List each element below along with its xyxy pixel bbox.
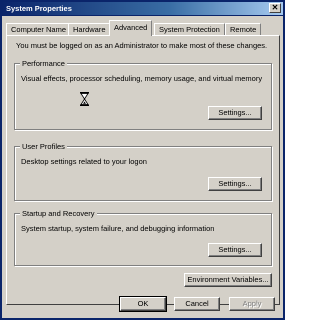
startup-recovery-title: Startup and Recovery xyxy=(20,209,97,218)
environment-variables-button[interactable]: Environment Variables... xyxy=(184,273,272,287)
ok-button[interactable]: OK xyxy=(119,296,167,312)
tab-system-protection[interactable]: System Protection xyxy=(154,23,225,35)
system-properties-window: System Properties ✕ Computer Name Hardwa… xyxy=(0,0,285,320)
hourglass-icon xyxy=(80,92,89,106)
close-icon: ✕ xyxy=(271,3,279,12)
cancel-button[interactable]: Cancel xyxy=(174,297,220,311)
dialog-body: Computer Name Hardware Advanced System P… xyxy=(2,16,283,318)
performance-description: Visual effects, processor scheduling, me… xyxy=(21,74,263,83)
startup-recovery-group: Startup and Recovery System startup, sys… xyxy=(14,209,272,266)
tab-strip: Computer Name Hardware Advanced System P… xyxy=(6,20,280,36)
startup-recovery-description: System startup, system failure, and debu… xyxy=(21,224,215,233)
user-profiles-description: Desktop settings related to your logon xyxy=(21,157,147,166)
startup-recovery-settings-button[interactable]: Settings... xyxy=(208,243,262,257)
close-button[interactable]: ✕ xyxy=(269,3,281,13)
performance-settings-button[interactable]: Settings... xyxy=(208,106,262,120)
performance-group: Performance Visual effects, processor sc… xyxy=(14,59,272,130)
tab-advanced[interactable]: Advanced xyxy=(109,20,153,36)
admin-notice: You must be logged on as an Administrato… xyxy=(16,41,268,50)
tab-hardware[interactable]: Hardware xyxy=(68,23,111,35)
user-profiles-settings-button[interactable]: Settings... xyxy=(208,177,262,191)
apply-button[interactable]: Apply xyxy=(229,297,275,311)
tab-remote[interactable]: Remote xyxy=(225,23,262,35)
advanced-tab-panel: You must be logged on as an Administrato… xyxy=(6,35,280,305)
user-profiles-title: User Profiles xyxy=(20,142,67,151)
title-bar[interactable]: System Properties ✕ xyxy=(2,2,283,15)
window-title: System Properties xyxy=(6,4,72,13)
tab-computer-name[interactable]: Computer Name xyxy=(6,23,72,35)
performance-title: Performance xyxy=(20,59,67,68)
user-profiles-group: User Profiles Desktop settings related t… xyxy=(14,142,272,201)
